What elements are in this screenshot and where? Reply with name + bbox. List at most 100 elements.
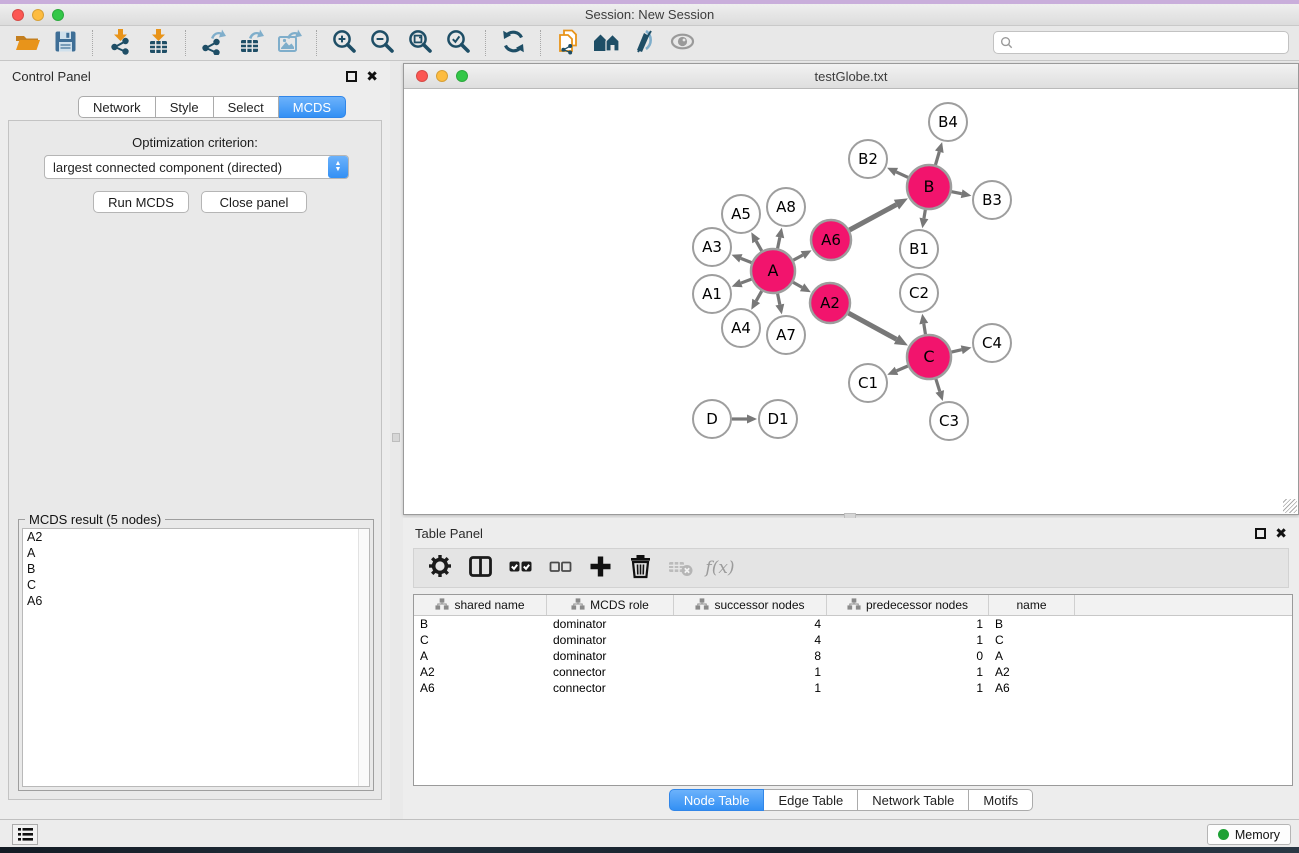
graph-node-A4[interactable]: A4 xyxy=(722,309,760,347)
select-all-button[interactable] xyxy=(502,551,538,585)
import-table-button[interactable] xyxy=(139,28,177,58)
node-table[interactable]: shared nameMCDS rolesuccessor nodesprede… xyxy=(413,594,1293,786)
edge-A-A7[interactable] xyxy=(778,294,780,305)
hide-graphics-button[interactable] xyxy=(625,28,663,58)
edge-A-A4[interactable] xyxy=(756,291,762,301)
mcds-result-list[interactable]: A2ABCA6 xyxy=(22,528,370,787)
refresh-button[interactable] xyxy=(494,28,532,58)
table-tab-network-table[interactable]: Network Table xyxy=(858,789,969,811)
tab-network[interactable]: Network xyxy=(78,96,156,118)
tab-mcds[interactable]: MCDS xyxy=(279,96,346,118)
graph-node-A1[interactable]: A1 xyxy=(693,275,731,313)
export-image-button[interactable] xyxy=(270,28,308,58)
deselect-all-button[interactable] xyxy=(542,551,578,585)
delete-column-button[interactable] xyxy=(622,551,658,585)
edge-A-A1[interactable] xyxy=(741,279,751,283)
graph-node-C4[interactable]: C4 xyxy=(973,324,1011,362)
edge-B-B4[interactable] xyxy=(935,152,939,165)
graph-node-C3[interactable]: C3 xyxy=(930,402,968,440)
main-window-titlebar[interactable]: Session: New Session xyxy=(0,4,1299,26)
table-tab-edge-table[interactable]: Edge Table xyxy=(764,789,858,811)
column-header-predecessor-nodes[interactable]: predecessor nodes xyxy=(827,595,989,615)
search-input[interactable] xyxy=(1017,36,1282,50)
table-row[interactable]: A6connector11A6 xyxy=(414,680,1292,696)
vertical-splitter[interactable] xyxy=(390,61,403,819)
result-list-item[interactable]: C xyxy=(23,577,369,593)
gear-button[interactable] xyxy=(422,551,458,585)
graph-node-A5[interactable]: A5 xyxy=(722,195,760,233)
graph-node-B2[interactable]: B2 xyxy=(849,140,887,178)
table-row[interactable]: Adominator80A xyxy=(414,648,1292,664)
edge-C-C1[interactable] xyxy=(897,366,908,371)
table-tab-motifs[interactable]: Motifs xyxy=(969,789,1033,811)
run-mcds-button[interactable]: Run MCDS xyxy=(93,191,189,213)
export-table-button[interactable] xyxy=(232,28,270,58)
column-layout-button[interactable] xyxy=(462,551,498,585)
resize-grip-icon[interactable] xyxy=(1283,499,1297,513)
graph-node-B4[interactable]: B4 xyxy=(929,103,967,141)
edge-A2-C[interactable] xyxy=(848,313,896,339)
home-button[interactable] xyxy=(587,28,625,58)
table-row[interactable]: Cdominator41C xyxy=(414,632,1292,648)
graph-node-A3[interactable]: A3 xyxy=(693,228,731,266)
edge-B-B3[interactable] xyxy=(952,192,962,194)
memory-button[interactable]: Memory xyxy=(1207,824,1291,845)
network-graph-canvas[interactable]: B4B2BB3A8A5A6A3B1AA1C2A2A4A7C4CC1C3DD1 xyxy=(405,90,1297,514)
result-list-item[interactable]: A xyxy=(23,545,369,561)
edge-C-C3[interactable] xyxy=(936,379,940,391)
clone-network-button[interactable] xyxy=(549,28,587,58)
result-list-scrollbar[interactable] xyxy=(358,529,369,786)
edge-A-A2[interactable] xyxy=(793,282,802,287)
close-table-panel-icon[interactable]: ✖ xyxy=(1275,528,1287,539)
edge-B-B2[interactable] xyxy=(896,172,908,177)
network-window-titlebar[interactable]: testGlobe.txt xyxy=(404,64,1298,89)
zoom-out-button[interactable] xyxy=(363,28,401,58)
tab-select[interactable]: Select xyxy=(214,96,279,118)
tab-style[interactable]: Style xyxy=(156,96,214,118)
edge-A-A8[interactable] xyxy=(778,237,780,248)
search-box[interactable] xyxy=(993,31,1289,54)
column-header-successor-nodes[interactable]: successor nodes xyxy=(674,595,827,615)
edge-C-C2[interactable] xyxy=(924,324,926,335)
result-list-item[interactable]: A6 xyxy=(23,593,369,609)
close-panel-button[interactable]: Close panel xyxy=(201,191,307,213)
table-row[interactable]: Bdominator41B xyxy=(414,616,1292,632)
import-network-button[interactable] xyxy=(101,28,139,58)
export-network-button[interactable] xyxy=(194,28,232,58)
graph-node-B[interactable]: B xyxy=(907,165,951,209)
open-folder-button[interactable] xyxy=(8,28,46,58)
column-header-shared-name[interactable]: shared name xyxy=(414,595,547,615)
graph-node-A6[interactable]: A6 xyxy=(811,220,851,260)
edge-A-A3[interactable] xyxy=(741,258,752,262)
float-table-panel-icon[interactable] xyxy=(1255,528,1266,539)
graph-node-D[interactable]: D xyxy=(693,400,731,438)
column-header-MCDS-role[interactable]: MCDS role xyxy=(547,595,674,615)
edge-B-B1[interactable] xyxy=(924,210,925,219)
graph-node-C2[interactable]: C2 xyxy=(900,274,938,312)
network-graph[interactable]: B4B2BB3A8A5A6A3B1AA1C2A2A4A7C4CC1C3DD1 xyxy=(405,90,1297,514)
edge-A-A6[interactable] xyxy=(793,255,802,260)
graph-node-B3[interactable]: B3 xyxy=(973,181,1011,219)
save-button[interactable] xyxy=(46,28,84,58)
table-tab-node-table[interactable]: Node Table xyxy=(669,789,765,811)
edge-A-A5[interactable] xyxy=(756,241,762,251)
edge-C-C4[interactable] xyxy=(951,350,961,352)
zoom-fit-button[interactable] xyxy=(401,28,439,58)
task-history-button[interactable] xyxy=(12,824,38,845)
network-view-window[interactable]: testGlobe.txt B4 B2 B B3 A8A5 A6 A3 B1 A A1 C2 A2 A4… xyxy=(403,63,1299,515)
close-panel-icon[interactable]: ✖ xyxy=(366,71,378,82)
graph-node-A[interactable]: A xyxy=(751,249,795,293)
show-graphics-button[interactable] xyxy=(663,28,701,58)
float-panel-icon[interactable] xyxy=(346,71,357,82)
graph-node-A2[interactable]: A2 xyxy=(810,283,850,323)
zoom-selected-button[interactable] xyxy=(439,28,477,58)
result-list-item[interactable]: B xyxy=(23,561,369,577)
graph-node-A8[interactable]: A8 xyxy=(767,188,805,226)
graph-node-B1[interactable]: B1 xyxy=(900,230,938,268)
result-list-item[interactable]: A2 xyxy=(23,529,369,545)
graph-node-C[interactable]: C xyxy=(907,335,951,379)
graph-node-C1[interactable]: C1 xyxy=(849,364,887,402)
add-column-button[interactable] xyxy=(582,551,618,585)
criterion-dropdown[interactable]: largest connected component (directed) ▲… xyxy=(44,155,349,179)
column-header-name[interactable]: name xyxy=(989,595,1075,615)
